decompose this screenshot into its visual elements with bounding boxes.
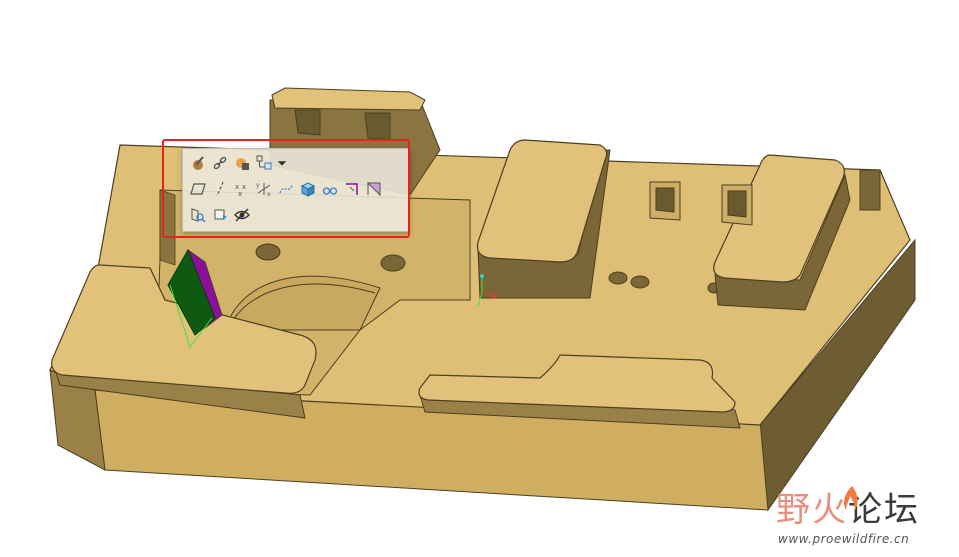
- reorient-button[interactable]: [209, 204, 231, 226]
- svg-text:x: x: [267, 191, 271, 197]
- mini-toolbar-row-3: [187, 204, 253, 226]
- hole: [608, 271, 628, 285]
- chain-link-icon: [213, 156, 227, 170]
- mold-part-model[interactable]: [0, 0, 959, 557]
- paint-brush-button[interactable]: [187, 152, 209, 174]
- triangle-surface-icon: [366, 182, 381, 197]
- appearance-button[interactable]: [231, 152, 253, 174]
- dropdown-arrow-icon: [277, 161, 287, 166]
- coordinate-system-button[interactable]: yx: [253, 178, 275, 200]
- datum-axis-button[interactable]: [209, 178, 231, 200]
- 3d-model-viewport[interactable]: [0, 0, 959, 557]
- watermark: 野火论坛 www.proewildfire.cn: [776, 486, 956, 550]
- paint-brush-icon: [193, 156, 204, 170]
- right-tab-slot: [655, 187, 675, 213]
- glasses-button[interactable]: [319, 178, 341, 200]
- sketch-curve-button[interactable]: [275, 178, 297, 200]
- flame-icon: [844, 486, 858, 512]
- datum-point-button[interactable]: xxx: [231, 178, 253, 200]
- hole: [630, 275, 650, 289]
- right-tab-slot: [727, 190, 747, 218]
- sketch-curve-icon: [279, 184, 293, 194]
- datum-display-dropdown[interactable]: [275, 152, 289, 174]
- watermark-title-part1: 野火: [776, 490, 848, 530]
- svg-text:x: x: [242, 183, 246, 191]
- datum-plane-icon: [190, 183, 206, 195]
- mini-toolbar-row-1: [187, 152, 289, 174]
- csys-origin: [480, 274, 484, 278]
- datum-display-filter-button[interactable]: [253, 152, 275, 174]
- reorient-icon: [214, 209, 227, 220]
- zoom-fit-icon: [191, 208, 206, 223]
- triangle-surface-button[interactable]: [363, 178, 385, 200]
- datum-plane-button[interactable]: [187, 178, 209, 200]
- solid-box-icon: [300, 182, 316, 197]
- datum-display-filter-icon: [256, 155, 272, 170]
- chain-select-button[interactable]: [209, 152, 231, 174]
- top-tab-block-top: [271, 87, 426, 111]
- top-tab-slot: [294, 109, 321, 136]
- hole: [380, 254, 406, 272]
- appearance-sphere-icon: [236, 158, 249, 170]
- coordinate-system-icon: yx: [256, 182, 271, 197]
- glasses-icon: [322, 187, 338, 195]
- hole: [255, 243, 281, 261]
- mini-toolbar-row-2: xxx yx: [187, 178, 385, 200]
- hide-button[interactable]: [231, 204, 253, 226]
- hide-eye-icon: [234, 208, 250, 222]
- mini-toolbar: xxx yx: [182, 148, 410, 232]
- zoom-fit-button[interactable]: [187, 204, 209, 226]
- csys-point: [492, 294, 496, 298]
- solid-box-button[interactable]: [297, 178, 319, 200]
- right-end-notch: [859, 169, 881, 211]
- datum-axis-icon: [216, 181, 224, 197]
- sketch-corner-button[interactable]: [341, 178, 363, 200]
- svg-text:y: y: [256, 182, 260, 189]
- svg-text:x: x: [238, 190, 242, 197]
- sketch-corner-icon: [346, 183, 358, 195]
- cavity-wall-left: [159, 189, 176, 266]
- top-tab-slot: [364, 112, 391, 141]
- watermark-url: www.proewildfire.cn: [778, 532, 910, 546]
- datum-point-icon: x xx: [235, 183, 246, 197]
